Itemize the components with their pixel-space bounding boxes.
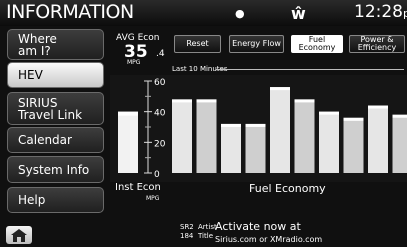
y-tick-label: 60 [154,78,166,88]
fuel-economy-bar-cap [172,99,192,103]
avg-econ-unit: MPG [127,59,141,66]
fuel-economy-bar-cap [196,99,217,103]
menu-where-am-i[interactable]: Where am I? [7,29,104,60]
info-screen: INFORMATION ● ŵ 12:28p Where am I? HEV S… [0,0,407,247]
menu-label: Help [18,193,46,207]
clock-suffix: p [403,7,407,20]
menu-hev[interactable]: HEV [7,62,104,88]
fuel-economy-bar-cap [245,123,266,127]
fuel-economy-bar [294,99,315,173]
fuel-economy-bar [319,111,339,173]
fuel-economy-bar [245,123,266,173]
screen-title: INFORMATION [6,1,134,23]
status-dot-icon: ● [235,7,245,20]
divider [216,69,404,70]
fuel-economy-bar-cap [319,111,339,115]
home-button[interactable] [6,226,32,244]
fuel-economy-bar-cap [294,99,315,103]
fuel-economy-chart: 60 40 20 0 [110,75,407,182]
energy-flow-button[interactable]: Energy Flow [229,35,284,53]
y-tick-label: 40 [154,109,166,119]
inst-econ-bar [118,111,138,173]
avg-econ-decimal: .4 [156,49,165,59]
fuel-economy-bar-cap [392,114,407,118]
menu-label: System Info [18,162,90,177]
reset-button[interactable]: Reset [174,35,221,53]
inst-econ-unit: MPG [146,195,160,202]
menu-label: SIRIUS Travel Link [18,95,83,122]
menu-label: Where am I? [18,31,57,58]
chart-x-label: Fuel Economy [249,182,326,195]
fuel-economy-bar [368,105,388,173]
signal-icon: ŵ [291,4,306,23]
radio-url: Sirius.com or XMradio.com [215,235,323,244]
clock-time: 12:28 [354,2,403,22]
menu-sirius-travel-link[interactable]: SIRIUS Travel Link [7,92,104,125]
fuel-economy-bar-cap [270,87,290,91]
clock: 12:28p [354,2,407,22]
inst-econ-bar-cap [118,111,138,116]
fuel-economy-bar-cap [368,105,388,109]
fuel-economy-bar [343,117,364,173]
inst-econ-label: Inst Econ [115,182,161,193]
fuel-economy-bar [270,87,290,173]
radio-meta-labels: Artist Title [198,223,217,240]
y-tick-label: 20 [154,139,166,149]
fuel-economy-bar-cap [221,123,241,127]
menu-label: HEV [18,68,43,82]
fuel-economy-bar [392,114,407,173]
power-efficiency-button[interactable]: Power & Efficiency [349,35,405,53]
radio-channel: SR2 184 [180,223,194,240]
fuel-economy-bar [221,123,241,173]
y-tick-label: 0 [154,170,160,180]
menu-label: Calendar [18,133,72,147]
fuel-economy-bar-cap [343,117,364,121]
fuel-economy-bar [196,99,217,173]
menu-system-info[interactable]: System Info [7,156,104,183]
fuel-economy-button[interactable]: Fuel Economy [291,35,343,53]
home-icon [11,228,27,242]
header-bar: INFORMATION ● ŵ 12:28p [0,0,407,26]
menu-help[interactable]: Help [7,187,104,213]
menu-calendar[interactable]: Calendar [7,127,104,153]
fuel-economy-bar [172,99,192,173]
radio-message: Activate now at [215,220,301,233]
